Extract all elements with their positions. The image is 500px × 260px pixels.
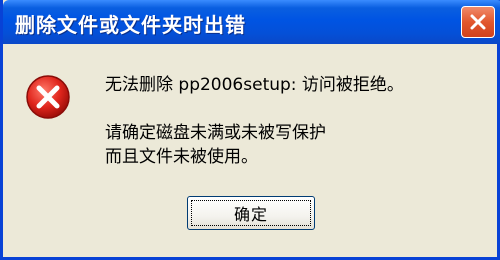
error-message-line-2: 请确定磁盘未满或未被写保护	[105, 123, 326, 143]
ok-button-label: 确定	[233, 205, 268, 224]
title-bar[interactable]: 删除文件或文件夹时出错	[3, 0, 500, 44]
ok-button[interactable]: 确定	[187, 196, 315, 230]
close-icon	[470, 14, 486, 30]
close-button[interactable]	[461, 6, 495, 38]
error-message-line-1: 无法删除 pp2006setup: 访问被拒绝。	[105, 75, 404, 95]
error-message-line-3: 而且文件未被使用。	[105, 147, 258, 167]
error-icon	[26, 75, 70, 119]
dialog-title: 删除文件或文件夹时出错	[15, 13, 246, 37]
error-dialog: 删除文件或文件夹时出错 无法删除 pp2006setup: 访问被拒绝。 请确定…	[0, 0, 500, 260]
